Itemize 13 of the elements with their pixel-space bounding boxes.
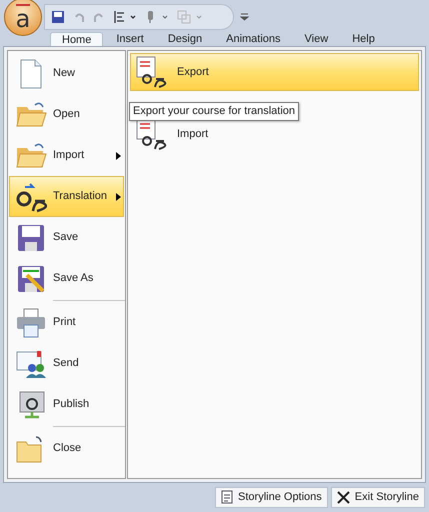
submenu-item-label: Import — [177, 126, 208, 142]
menu-item-label: Open — [53, 107, 81, 122]
menu-item-label: Close — [53, 441, 82, 456]
menu-item-label: New — [53, 66, 76, 82]
menu-item-label: Print — [53, 315, 77, 330]
menu-item-label: Save As — [53, 271, 94, 286]
menu-item-label: Send — [53, 356, 80, 372]
tooltip: Export your course for translation — [129, 102, 300, 121]
menu-item-label: Import — [53, 148, 86, 164]
submenu-item-label: Export — [177, 64, 209, 80]
menu-item-label: Translation — [53, 189, 108, 204]
menu-item-label: Publish — [53, 397, 90, 412]
menu-item-label: Save — [53, 230, 80, 246]
